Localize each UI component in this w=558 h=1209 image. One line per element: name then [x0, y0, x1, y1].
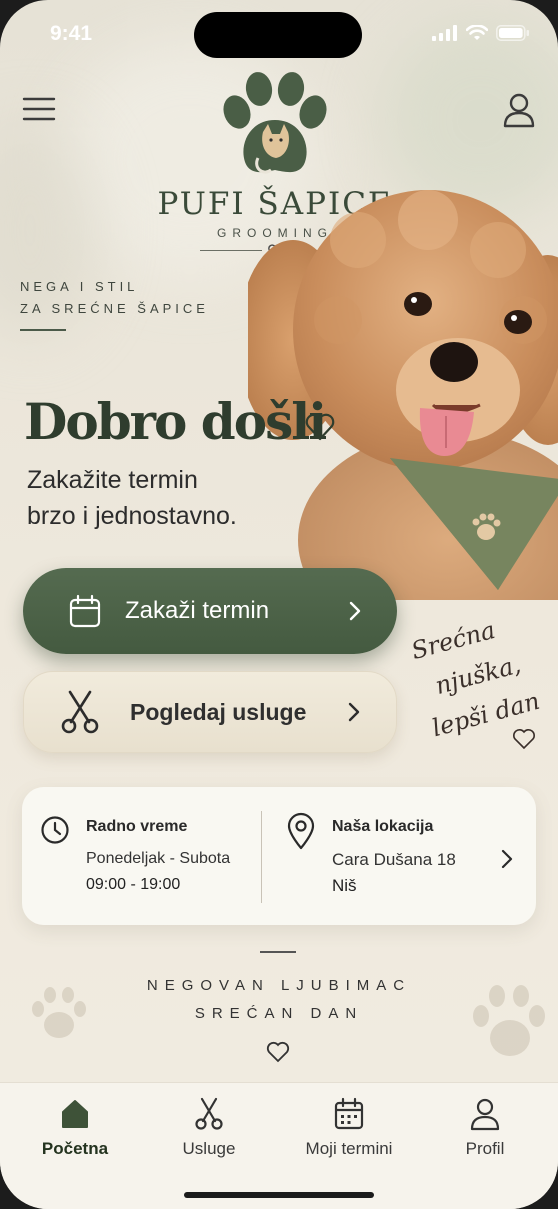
scissors-icon — [61, 690, 99, 734]
paw-decoration-icon — [32, 987, 86, 1038]
tab-profile[interactable]: Profil — [425, 1097, 545, 1159]
tab-profile-label: Profil — [465, 1139, 505, 1158]
location-pin-icon — [287, 812, 315, 850]
wifi-icon — [466, 25, 488, 40]
chevron-right-icon — [349, 601, 361, 621]
menu-icon[interactable] — [22, 92, 56, 126]
signal-icon — [432, 25, 457, 41]
dog-photo — [248, 190, 558, 600]
chevron-right-icon — [348, 702, 360, 722]
tab-my-appointments-label: Moji termini — [305, 1139, 393, 1158]
working-hours: Radno vreme Ponedeljak - Subota 09:00 - … — [22, 787, 262, 925]
tagline-divider — [20, 329, 66, 331]
home-indicator[interactable] — [184, 1192, 374, 1198]
heart-icon — [266, 1041, 290, 1063]
battery-icon — [496, 25, 529, 41]
handwritten-note: Srećna njuška, lepši dan — [407, 596, 558, 748]
home-icon — [62, 1100, 88, 1128]
location-city: Niš — [332, 876, 357, 895]
hours-time: 09:00 - 19:00 — [86, 876, 181, 893]
tab-services-label: Usluge — [182, 1139, 236, 1158]
tagline-line1: NEGA I STIL — [20, 279, 139, 294]
subtitle-line2: brzo i jednostavno. — [27, 502, 237, 530]
location-link[interactable]: Naša lokacija Cara Dušana 18 Niš — [262, 787, 536, 925]
location-title: Naša lokacija — [332, 818, 434, 835]
location-street: Cara Dušana 18 — [332, 850, 456, 869]
tagline: NEGA I STIL ZA SREĆNE ŠAPICE — [20, 276, 209, 320]
hours-title: Radno vreme — [86, 818, 188, 835]
status-bar: 9:41 — [0, 0, 558, 70]
profile-icon[interactable] — [502, 92, 536, 128]
hours-days: Ponedeljak - Subota — [86, 850, 231, 867]
welcome-subtitle: Zakažite termin brzo i jednostavno. — [27, 462, 307, 534]
view-services-button[interactable]: Pogledaj usluge — [23, 671, 397, 753]
user-icon — [470, 1098, 500, 1131]
heart-icon — [305, 413, 335, 441]
paw-decoration-icon — [473, 985, 545, 1056]
scissors-icon — [195, 1097, 223, 1130]
info-card: Radno vreme Ponedeljak - Subota 09:00 - … — [22, 787, 536, 925]
status-time: 9:41 — [50, 22, 93, 45]
clock-icon — [41, 816, 69, 844]
motto-divider — [260, 951, 296, 953]
tab-home[interactable]: Početna — [15, 1097, 135, 1159]
chevron-right-icon — [501, 849, 513, 869]
tab-services[interactable]: Usluge — [149, 1097, 269, 1159]
tagline-line2: ZA SREĆNE ŠAPICE — [20, 301, 209, 316]
status-icons — [432, 25, 530, 41]
book-appointment-button[interactable]: Zakaži termin — [23, 568, 397, 654]
calendar-icon — [69, 594, 101, 628]
book-appointment-label: Zakaži termin — [125, 597, 270, 624]
calendar-icon — [334, 1097, 364, 1130]
paw-logo-icon — [223, 72, 327, 174]
welcome-title: Dobro došli — [24, 392, 327, 451]
tab-home-label: Početna — [41, 1139, 109, 1158]
bottom-tab-bar: Početna Usluge Moji termini Profil — [0, 1082, 558, 1209]
view-services-label: Pogledaj usluge — [130, 698, 307, 725]
app-screen: 9:41 PUFI ŠAPICE GROOMING NEGA I STIL ZA… — [0, 0, 558, 1209]
tab-my-appointments[interactable]: Moji termini — [289, 1097, 409, 1159]
heart-icon — [513, 729, 535, 750]
subtitle-line1: Zakažite termin — [27, 466, 198, 494]
dynamic-island — [194, 12, 362, 58]
